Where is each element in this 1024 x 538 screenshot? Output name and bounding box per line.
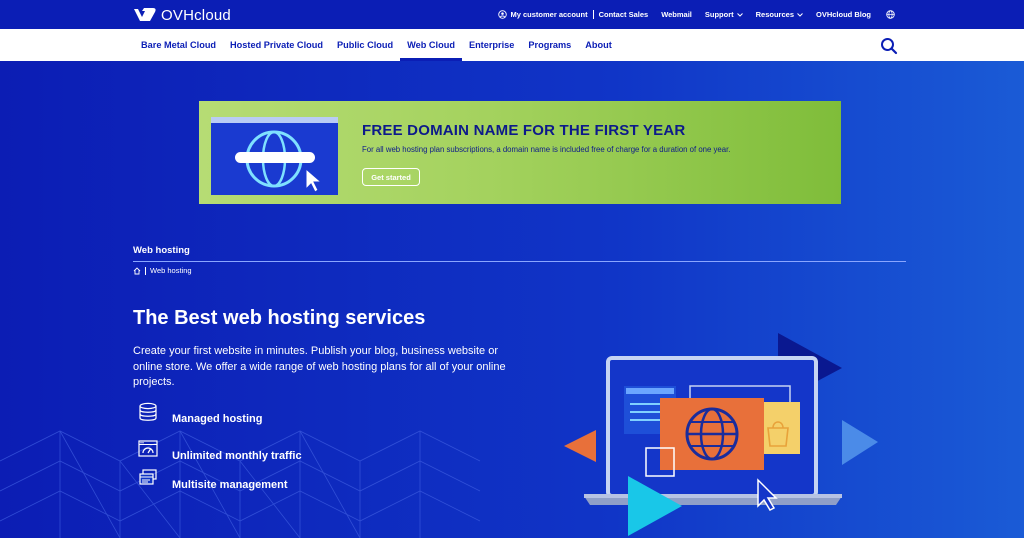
nav-enterprise[interactable]: Enterprise	[462, 29, 521, 61]
nav-web-cloud[interactable]: Web Cloud	[400, 29, 462, 61]
feature-label: Unlimited monthly traffic	[172, 450, 302, 462]
banner-illustration	[211, 117, 338, 195]
webmail-label: Webmail	[661, 10, 692, 19]
get-started-button[interactable]: Get started	[362, 168, 420, 186]
feature-unlimited-traffic: Unlimited monthly traffic	[138, 436, 302, 462]
ovhcloud-logo-icon	[134, 8, 156, 21]
search-icon	[881, 38, 898, 55]
feature-label: Managed hosting	[172, 413, 263, 425]
blog-label: OVHcloud Blog	[816, 10, 871, 19]
nav-about[interactable]: About	[578, 29, 619, 61]
breadcrumb: Web hosting	[133, 266, 192, 275]
nav-programs[interactable]: Programs	[521, 29, 578, 61]
search-button[interactable]	[880, 37, 898, 55]
promo-banner[interactable]: FREE DOMAIN NAME FOR THE FIRST YEAR For …	[199, 101, 841, 204]
brand-name: OVHcloud	[161, 6, 231, 24]
support-label: Support	[704, 10, 734, 19]
database-icon	[139, 402, 157, 421]
resources-menu[interactable]: Resources	[748, 10, 808, 19]
nav-bare-metal-cloud[interactable]: Bare Metal Cloud	[134, 29, 223, 61]
banner-title: FREE DOMAIN NAME FOR THE FIRST YEAR	[362, 122, 686, 139]
multi-window-icon	[139, 469, 157, 485]
feature-managed-hosting: Managed hosting	[138, 399, 262, 425]
globe-cursor-icon	[235, 130, 323, 193]
section-title: Web hosting	[133, 245, 190, 256]
ovhcloud-logo[interactable]: OVHcloud	[133, 5, 231, 25]
nav-public-cloud[interactable]: Public Cloud	[330, 29, 400, 61]
contact-sales-link[interactable]: Contact Sales	[594, 10, 654, 19]
my-account-link[interactable]: My customer account	[493, 10, 592, 19]
laptop-illustration	[564, 333, 878, 536]
top-bar: OVHcloud My customer account Contact Sal…	[0, 0, 1024, 29]
webmail-link[interactable]: Webmail	[653, 10, 697, 19]
contact-sales-label: Contact Sales	[598, 10, 649, 19]
breadcrumb-current: Web hosting	[150, 266, 192, 275]
support-menu[interactable]: Support	[697, 10, 748, 19]
banner-description: For all web hosting plan subscriptions, …	[362, 145, 731, 154]
hero-description: Create your first website in minutes. Pu…	[133, 345, 506, 388]
chevron-down-icon	[797, 12, 803, 17]
nav-hosted-private-cloud[interactable]: Hosted Private Cloud	[223, 29, 330, 61]
breadcrumb-separator	[145, 266, 146, 275]
section-divider	[133, 261, 906, 262]
chevron-down-icon	[736, 12, 743, 17]
user-circle-icon	[498, 10, 508, 19]
top-links: My customer account Contact Sales Webmai…	[493, 0, 900, 29]
page-title: The Best web hosting services	[133, 307, 426, 329]
my-account-label: My customer account	[510, 10, 588, 19]
resources-label: Resources	[755, 10, 794, 19]
browser-traffic-icon	[138, 440, 158, 457]
globe-icon	[886, 10, 895, 19]
main-nav: Bare Metal Cloud Hosted Private Cloud Pu…	[0, 29, 1024, 61]
feature-multisite: Multisite management	[138, 465, 288, 491]
feature-label: Multisite management	[172, 479, 288, 491]
home-icon[interactable]	[133, 266, 141, 275]
language-selector[interactable]	[876, 10, 900, 19]
blog-link[interactable]: OVHcloud Blog	[808, 10, 876, 19]
